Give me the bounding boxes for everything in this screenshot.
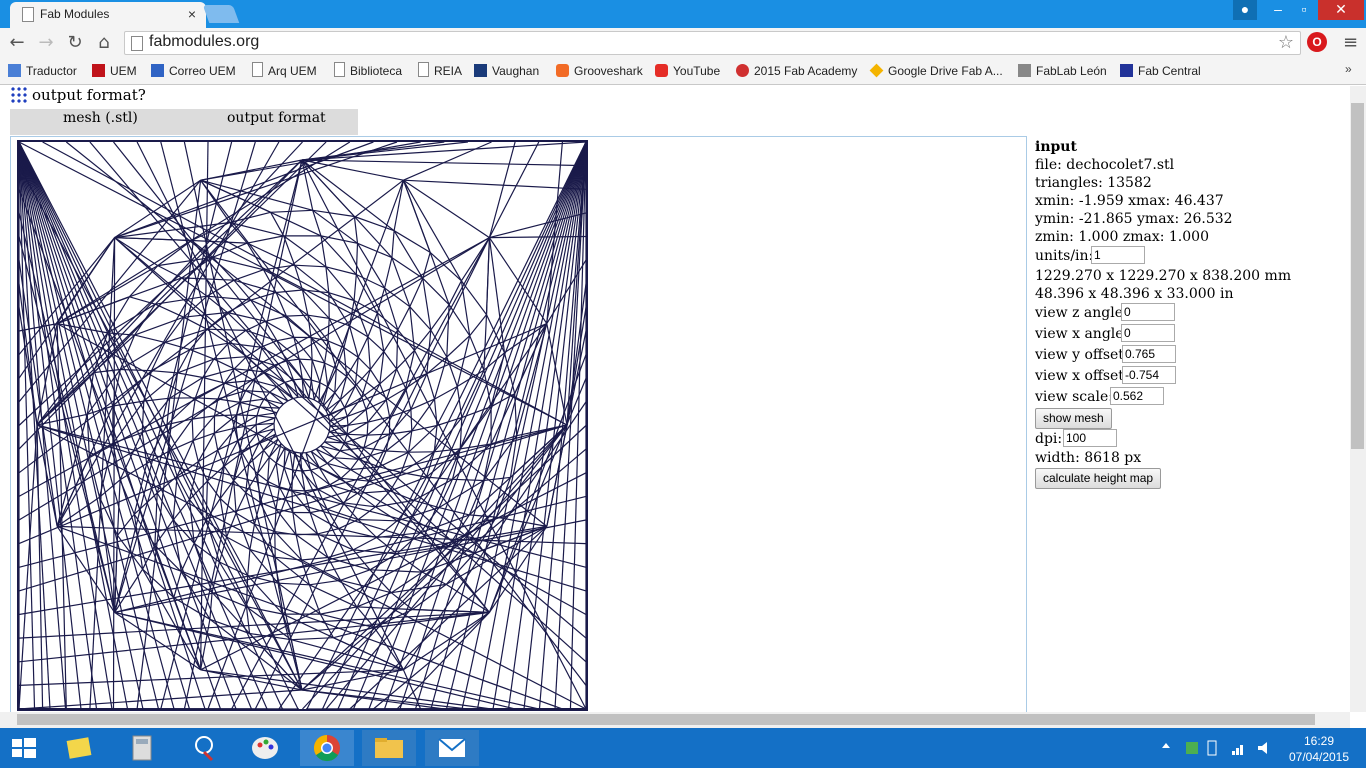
bookmark-traductor[interactable]: Traductor [8, 62, 77, 80]
bookmark-fab-central[interactable]: Fab Central [1120, 62, 1201, 80]
paint-icon[interactable] [238, 730, 292, 766]
bookmark-icon [736, 64, 749, 77]
bookmark-icon [151, 64, 164, 77]
bookmarks-overflow-icon[interactable]: » [1345, 62, 1352, 76]
tray-expand-icon [1162, 743, 1170, 748]
size-mm: 1229.270 x 1229.270 x 838.200 mm [1035, 268, 1291, 284]
bookmark-icon [1018, 64, 1031, 77]
bookmark-arq-uem[interactable]: Arq UEM [252, 62, 317, 80]
mail-icon[interactable] [425, 730, 479, 766]
sticky-notes-icon[interactable] [54, 730, 108, 766]
dpi-label: dpi: [1035, 431, 1062, 447]
snipping-tool-icon[interactable] [177, 730, 231, 766]
bookmark-correo-uem[interactable]: Correo UEM [151, 62, 236, 80]
home-icon[interactable]: ⌂ [93, 32, 115, 54]
bookmark-youtube[interactable]: YouTube [655, 62, 720, 80]
bookmark-icon [92, 64, 105, 77]
page-title: output format? [32, 86, 146, 104]
view-y-offset-label: view y offset: [1035, 347, 1129, 363]
input-format-mesh-stl[interactable]: mesh (.stl) [63, 110, 138, 126]
extension-icon[interactable]: O [1307, 32, 1327, 52]
view-scale-label: view scale: [1035, 389, 1113, 405]
view-scale-input[interactable] [1110, 387, 1164, 405]
z-range: zmin: 1.000 zmax: 1.000 [1035, 229, 1209, 245]
width-px: width: 8618 px [1035, 450, 1141, 466]
size-in: 48.396 x 48.396 x 33.000 in [1035, 286, 1234, 302]
forward-icon[interactable]: → [35, 32, 57, 54]
user-icon[interactable]: ● [1233, 0, 1257, 20]
bookmark-fablab-leon[interactable]: FabLab León [1018, 62, 1107, 80]
show-mesh-button[interactable]: show mesh [1035, 408, 1112, 429]
panel-title: input [1035, 139, 1077, 155]
address-bar[interactable]: fabmodules.org ☆ [124, 31, 1301, 55]
view-y-offset-input[interactable] [1122, 345, 1176, 363]
view-z-angle-input[interactable] [1121, 303, 1175, 321]
clock-time: 16:29 [1288, 733, 1350, 749]
bookmark-icon [474, 64, 487, 77]
view-x-offset-input[interactable] [1122, 366, 1176, 384]
mesh-preview[interactable] [17, 140, 588, 711]
page-icon [418, 62, 429, 77]
google-drive-icon [870, 64, 884, 78]
youtube-icon [655, 64, 668, 77]
tab-fab-modules[interactable]: Fab Modules × [10, 2, 206, 28]
x-range: xmin: -1.959 xmax: 46.437 [1035, 193, 1224, 209]
calculate-height-map-button[interactable]: calculate height map [1035, 468, 1161, 489]
file-explorer-icon[interactable] [362, 730, 416, 766]
reload-icon[interactable]: ↻ [64, 32, 86, 54]
units-label: units/in: [1035, 248, 1093, 264]
units-input[interactable] [1091, 246, 1145, 264]
minimize-button[interactable]: – [1266, 0, 1290, 20]
page-icon [334, 62, 345, 77]
clock-date: 07/04/2015 [1288, 749, 1350, 765]
output-format-menu[interactable]: output format [227, 110, 326, 126]
bookmark-biblioteca[interactable]: Biblioteca [334, 62, 402, 80]
url-text: fabmodules.org [149, 33, 259, 51]
taskbar-clock[interactable]: 16:29 07/04/2015 [1288, 733, 1350, 765]
horizontal-scroll-thumb[interactable] [17, 714, 1315, 725]
calculator-icon[interactable] [115, 730, 169, 766]
fab-modules-logo-icon [10, 86, 28, 104]
view-x-angle-input[interactable] [1121, 324, 1175, 342]
bookmark-reia[interactable]: REIA [418, 62, 462, 80]
menu-icon[interactable]: ≡ [1343, 32, 1358, 53]
bookmarks-bar: Traductor UEM Correo UEM Arq UEM Bibliot… [0, 58, 1366, 85]
tab-title: Fab Modules [40, 7, 109, 21]
chrome-icon[interactable] [300, 730, 354, 766]
maximize-button[interactable]: ▫ [1292, 0, 1316, 20]
page-icon [252, 62, 263, 77]
dpi-input[interactable] [1063, 429, 1117, 447]
new-tab-button[interactable] [203, 5, 240, 23]
windows-start-icon[interactable] [0, 730, 48, 766]
tab-close-icon[interactable]: × [188, 6, 196, 22]
file-name: file: dechocolet7.stl [1035, 157, 1174, 173]
bookmark-icon [556, 64, 569, 77]
page-icon [131, 36, 143, 51]
view-z-angle-label: view z angle: [1035, 305, 1128, 321]
bookmark-vaughan[interactable]: Vaughan [474, 62, 539, 80]
triangle-count: triangles: 13582 [1035, 175, 1152, 191]
vertical-scroll-thumb[interactable] [1351, 103, 1364, 449]
bookmark-uem[interactable]: UEM [92, 62, 137, 80]
y-range: ymin: -21.865 ymax: 26.532 [1035, 211, 1233, 227]
page-icon [22, 7, 34, 22]
back-icon[interactable]: ← [6, 32, 28, 54]
bookmark-fab-academy[interactable]: 2015 Fab Academy [736, 62, 857, 80]
bookmark-grooveshark[interactable]: Grooveshark [556, 62, 643, 80]
view-x-offset-label: view x offset: [1035, 368, 1129, 384]
bookmark-google-drive[interactable]: Google Drive Fab A... [870, 62, 1003, 80]
bookmark-star-icon[interactable]: ☆ [1278, 32, 1294, 53]
system-tray[interactable] [1160, 736, 1280, 760]
bookmark-icon [8, 64, 21, 77]
close-button[interactable]: ✕ [1318, 0, 1364, 20]
view-x-angle-label: view x angle: [1035, 326, 1128, 342]
bookmark-icon [1120, 64, 1133, 77]
